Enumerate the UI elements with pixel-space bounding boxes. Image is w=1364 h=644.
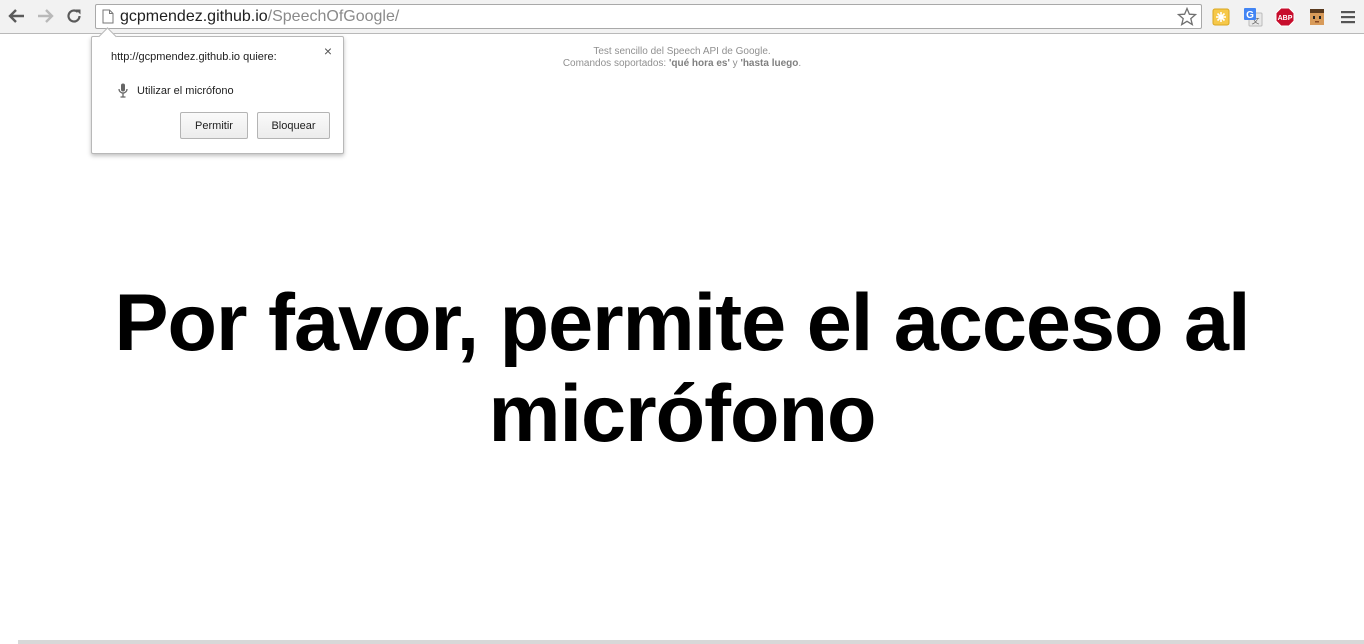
google-translate-extension-button[interactable]: 文 G [1243,7,1263,27]
character-face-icon [1310,9,1324,25]
hamburger-menu-icon [1341,11,1355,24]
commands-prefix: Comandos soportados: [562,58,669,69]
command-what-time: 'qué hora es' [668,58,730,69]
permission-row: Utilizar el micrófono [118,83,234,98]
browser-toolbar: gcpmendez.github.io/SpeechOfGoogle/ 文 G … [0,0,1364,34]
back-arrow-icon [8,9,24,23]
commands-join: y [729,58,741,69]
adblock-label: ABP [1278,15,1293,22]
address-bar[interactable]: gcpmendez.github.io/SpeechOfGoogle/ [95,4,1202,29]
forward-button[interactable] [33,5,57,27]
adblock-plus-icon: ABP [1275,7,1295,27]
close-icon[interactable]: × [321,44,335,58]
block-button[interactable]: Bloquear [257,112,330,139]
command-goodbye: 'hasta luego [740,58,799,69]
back-button[interactable] [5,5,29,27]
character-extension-button[interactable] [1307,7,1327,27]
page-icon [102,9,114,24]
headline-line-2: micrófono [488,369,877,459]
reload-icon [67,9,81,23]
forward-arrow-icon [38,9,54,23]
bubble-title: http://gcpmendez.github.io quiere: [111,51,277,63]
url-host: gcpmendez.github.io [120,8,268,25]
sticky-note-extension-button[interactable] [1211,7,1231,27]
svg-text:G: G [1246,10,1254,21]
url-text[interactable]: gcpmendez.github.io/SpeechOfGoogle/ [120,8,399,26]
bookmark-star-icon[interactable] [1177,7,1197,27]
commands-end: . [798,58,802,69]
permission-label: Utilizar el micrófono [137,84,234,97]
allow-button[interactable]: Permitir [180,112,248,139]
url-path: /SpeechOfGoogle/ [267,8,400,25]
bottom-divider [18,640,1364,644]
headline-line-1: Por favor, permite el acceso al [114,278,1250,368]
microphone-icon [118,83,128,98]
page-headline: Por favor, permite el acceso al micrófon… [0,278,1364,460]
chrome-menu-button[interactable] [1338,7,1358,27]
reload-button[interactable] [62,5,86,27]
microphone-permission-bubble: http://gcpmendez.github.io quiere: × Uti… [91,27,344,154]
adblock-plus-extension-button[interactable]: ABP [1275,7,1295,27]
google-translate-icon: 文 G [1244,8,1263,27]
sticky-note-icon [1212,8,1230,26]
